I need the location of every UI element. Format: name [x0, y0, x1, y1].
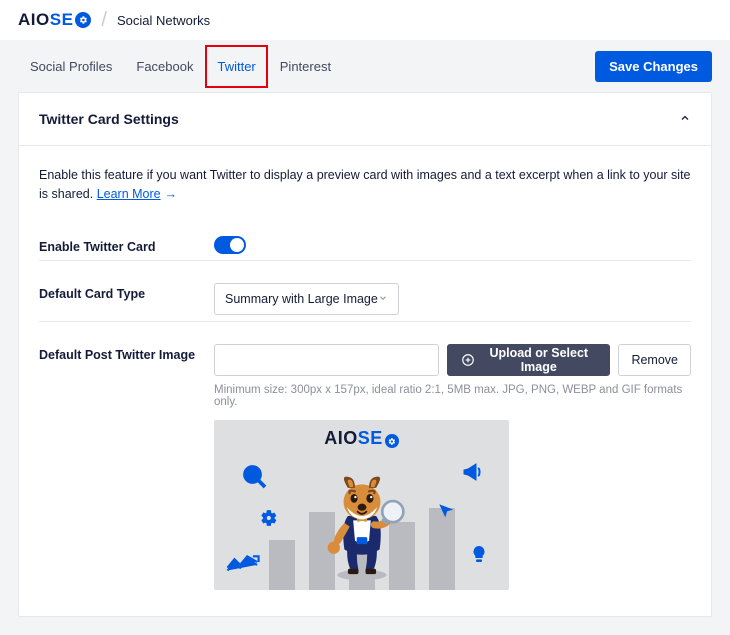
panel-intro: Enable this feature if you want Twitter … [39, 166, 691, 204]
dog-mascot-icon [318, 472, 406, 582]
upload-or-select-image-button[interactable]: Upload or Select Image [447, 344, 610, 376]
cursor-click-icon [437, 502, 455, 523]
select-value: Summary with Large Image [225, 292, 378, 306]
arrow-right-icon: → [165, 187, 178, 201]
preview-brand: AIOSE [214, 428, 509, 449]
subnav-bar: Social Profiles Facebook Twitter Pintere… [0, 40, 730, 92]
brand-text-right: SE [50, 10, 74, 30]
learn-more-link[interactable]: Learn More [97, 187, 161, 201]
magnifier-icon [240, 462, 270, 495]
chevron-up-icon [679, 112, 691, 127]
chevron-down-icon [378, 292, 388, 306]
megaphone-icon [461, 460, 485, 487]
gear-outline-icon [258, 508, 278, 531]
tab-pinterest[interactable]: Pinterest [268, 45, 343, 88]
label-default-card-type: Default Card Type [39, 283, 214, 301]
tab-twitter[interactable]: Twitter [205, 45, 267, 88]
brand-logo[interactable]: AIOSE [18, 10, 91, 30]
content-wrap: Twitter Card Settings Enable this featur… [0, 92, 730, 635]
image-size-hint: Minimum size: 300px x 157px, ideal ratio… [214, 384, 691, 408]
save-changes-button[interactable]: Save Changes [595, 51, 712, 82]
panel-body: Enable this feature if you want Twitter … [19, 146, 711, 616]
trend-chart-icon [226, 551, 260, 576]
toggle-knob [230, 238, 244, 252]
breadcrumb-separator: / [101, 9, 107, 32]
gear-icon [75, 12, 91, 28]
enable-twitter-card-toggle[interactable] [214, 236, 246, 254]
remove-image-button[interactable]: Remove [618, 344, 691, 376]
default-card-type-select[interactable]: Summary with Large Image [214, 283, 399, 315]
row-default-post-twitter-image: Default Post Twitter Image Upload or Sel… [39, 321, 691, 596]
image-controls: Upload or Select Image Remove [214, 344, 691, 376]
label-enable-twitter-card: Enable Twitter Card [39, 236, 214, 254]
twitter-card-settings-panel: Twitter Card Settings Enable this featur… [18, 92, 712, 617]
panel-title: Twitter Card Settings [39, 111, 179, 127]
row-default-card-type: Default Card Type Summary with Large Ima… [39, 260, 691, 321]
top-header: AIOSE / Social Networks [0, 0, 730, 40]
gear-icon [385, 434, 399, 448]
lightbulb-icon [471, 545, 487, 568]
tab-social-profiles[interactable]: Social Profiles [18, 45, 124, 88]
twitter-image-preview: AIOSE [214, 420, 509, 590]
row-enable-twitter-card: Enable Twitter Card [39, 214, 691, 260]
twitter-image-url-input[interactable] [214, 344, 439, 376]
brand-text-left: AIO [18, 10, 50, 30]
label-default-post-twitter-image: Default Post Twitter Image [39, 344, 214, 362]
plus-circle-icon [461, 353, 475, 367]
page-title: Social Networks [117, 13, 210, 28]
tab-facebook[interactable]: Facebook [124, 45, 205, 88]
panel-header[interactable]: Twitter Card Settings [19, 93, 711, 146]
subnav-tabs: Social Profiles Facebook Twitter Pintere… [18, 45, 343, 88]
